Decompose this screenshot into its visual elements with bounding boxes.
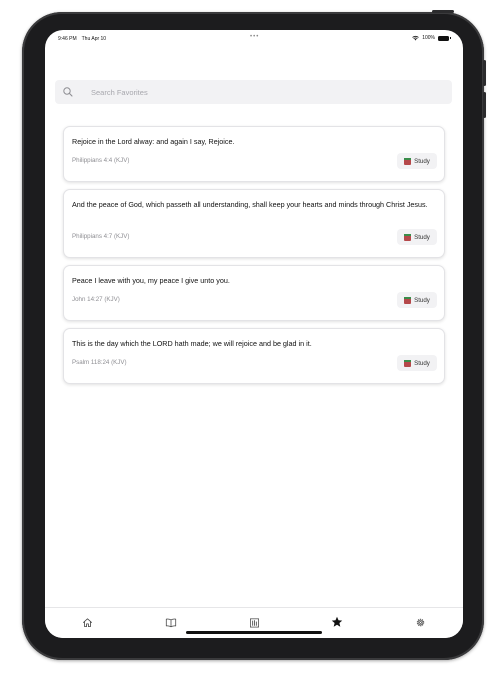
search-input[interactable] xyxy=(91,83,441,101)
books-icon xyxy=(404,233,412,241)
verse-text: And the peace of God, which passeth all … xyxy=(72,200,428,209)
verse-reference: Philippians 4:4 (KJV) xyxy=(72,157,130,164)
study-label: Study xyxy=(414,359,430,367)
wifi-icon xyxy=(412,35,419,41)
book-open-icon xyxy=(165,618,177,627)
tab-favorites[interactable] xyxy=(330,615,344,629)
home-icon xyxy=(82,617,92,627)
tab-library[interactable] xyxy=(247,615,261,629)
status-time: 9:46 PM xyxy=(58,36,77,42)
books-icon xyxy=(404,359,412,367)
tab-home[interactable] xyxy=(80,615,94,629)
verse-reference: Psalm 118:24 (KJV) xyxy=(72,359,127,366)
tab-bible[interactable] xyxy=(164,615,178,629)
star-icon xyxy=(331,616,343,627)
gear-icon xyxy=(416,618,424,626)
verse-reference: John 14:27 (KJV) xyxy=(72,296,120,303)
study-label: Study xyxy=(414,157,430,165)
battery-icon xyxy=(438,35,451,41)
search-bar[interactable] xyxy=(55,80,452,104)
favorite-card[interactable]: Peace I leave with you, my peace I give … xyxy=(63,265,445,321)
study-label: Study xyxy=(414,296,430,304)
books-icon xyxy=(404,157,412,165)
status-bar: 9:46 PM Thu Apr 10 ••• 100% xyxy=(45,30,463,46)
tab-settings[interactable] xyxy=(413,615,427,629)
study-label: Study xyxy=(414,233,430,241)
app-screen: 9:46 PM Thu Apr 10 ••• 100% Rejoice in t… xyxy=(45,30,463,638)
battery-percent: 100% xyxy=(422,35,435,41)
study-button[interactable]: Study xyxy=(397,355,437,371)
volume-up-button xyxy=(483,60,486,86)
volume-down-button xyxy=(483,92,486,118)
verse-reference: Philippians 4:7 (KJV) xyxy=(72,233,130,240)
favorite-card[interactable]: Rejoice in the Lord alway: and again I s… xyxy=(63,126,445,182)
library-icon xyxy=(249,617,259,627)
search-icon xyxy=(63,87,73,97)
top-button xyxy=(432,10,454,13)
study-button[interactable]: Study xyxy=(397,153,437,169)
study-button[interactable]: Study xyxy=(397,292,437,308)
verse-text: This is the day which the LORD hath made… xyxy=(72,339,312,348)
study-button[interactable]: Study xyxy=(397,229,437,245)
books-icon xyxy=(404,296,412,304)
favorite-card[interactable]: And the peace of God, which passeth all … xyxy=(63,189,445,258)
home-indicator[interactable] xyxy=(186,631,322,634)
favorite-card[interactable]: This is the day which the LORD hath made… xyxy=(63,328,445,384)
verse-text: Peace I leave with you, my peace I give … xyxy=(72,276,230,285)
multitask-dots[interactable]: ••• xyxy=(250,34,259,40)
status-date: Thu Apr 10 xyxy=(81,36,107,42)
verse-text: Rejoice in the Lord alway: and again I s… xyxy=(72,137,235,146)
